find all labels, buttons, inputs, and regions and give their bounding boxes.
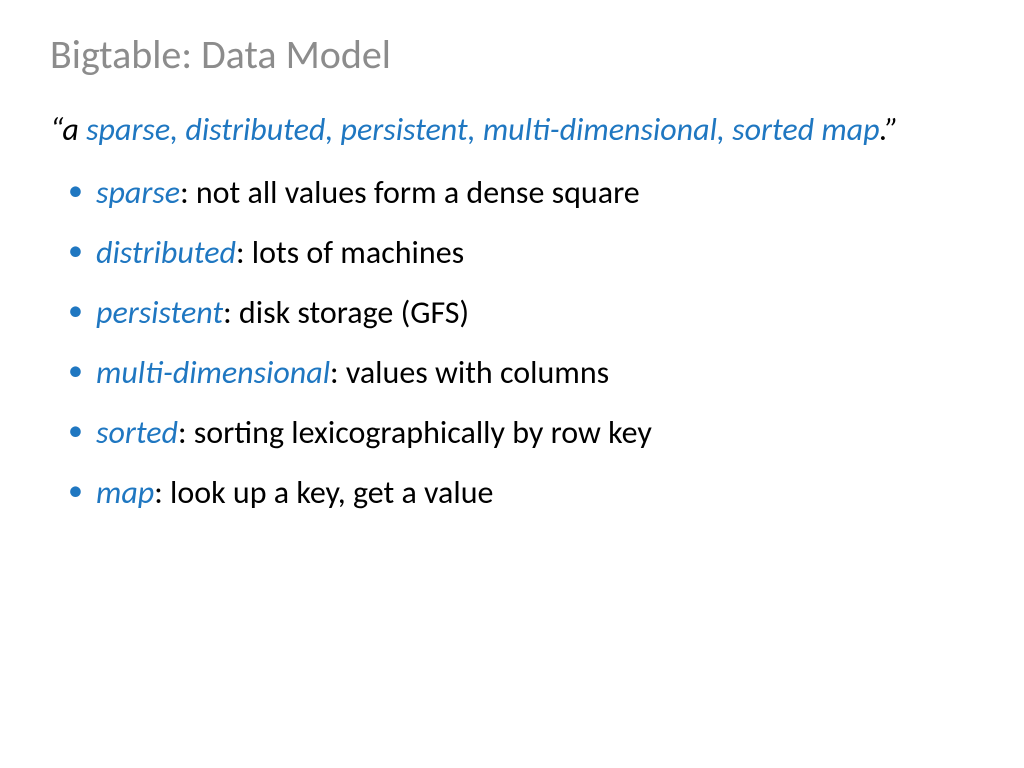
bullet-list: sparse: not all values form a dense squa… <box>50 173 974 513</box>
quote-close: ” <box>885 110 898 149</box>
list-item: persistent: disk storage (GFS) <box>68 293 974 333</box>
bullet-desc: : sorting lexicographically by row key <box>178 413 652 452</box>
bullet-desc: : look up a key, get a value <box>154 473 493 512</box>
bullet-term: multi-dimensional <box>96 353 330 392</box>
bullet-term: persistent <box>96 293 223 332</box>
quote-word-sparse: sparse <box>86 110 170 149</box>
definition-quote: “a sparse, distributed, persistent, mult… <box>50 109 974 151</box>
quote-word-map: map <box>821 110 879 149</box>
list-item: sparse: not all values form a dense squa… <box>68 173 974 213</box>
quote-comma-3: , <box>717 110 732 149</box>
list-item: sorted: sorting lexicographically by row… <box>68 413 974 453</box>
bullet-term: sorted <box>96 413 178 452</box>
quote-word-a: a <box>62 110 86 149</box>
quote-open: “ <box>50 110 62 149</box>
quote-word-multidimensional: multi-dimensional <box>483 110 717 149</box>
list-item: map: look up a key, get a value <box>68 473 974 513</box>
slide-title: Bigtable: Data Model <box>50 30 974 79</box>
bullet-term: sparse <box>96 173 180 212</box>
quote-word-persistent: persistent, <box>341 110 483 149</box>
bullet-desc: : values with columns <box>330 353 609 392</box>
quote-comma-2: , <box>325 110 340 149</box>
bullet-desc: : not all values form a dense square <box>180 173 640 212</box>
list-item: multi-dimensional: values with columns <box>68 353 974 393</box>
list-item: distributed: lots of machines <box>68 233 974 273</box>
bullet-desc: : disk storage (GFS) <box>223 293 469 332</box>
bullet-desc: : lots of machines <box>236 233 464 272</box>
quote-comma-1: , <box>170 110 185 149</box>
bullet-term: distributed <box>96 233 236 272</box>
quote-word-sorted: sorted <box>732 110 821 149</box>
quote-word-distributed: distributed <box>185 110 325 149</box>
bullet-term: map <box>96 473 154 512</box>
